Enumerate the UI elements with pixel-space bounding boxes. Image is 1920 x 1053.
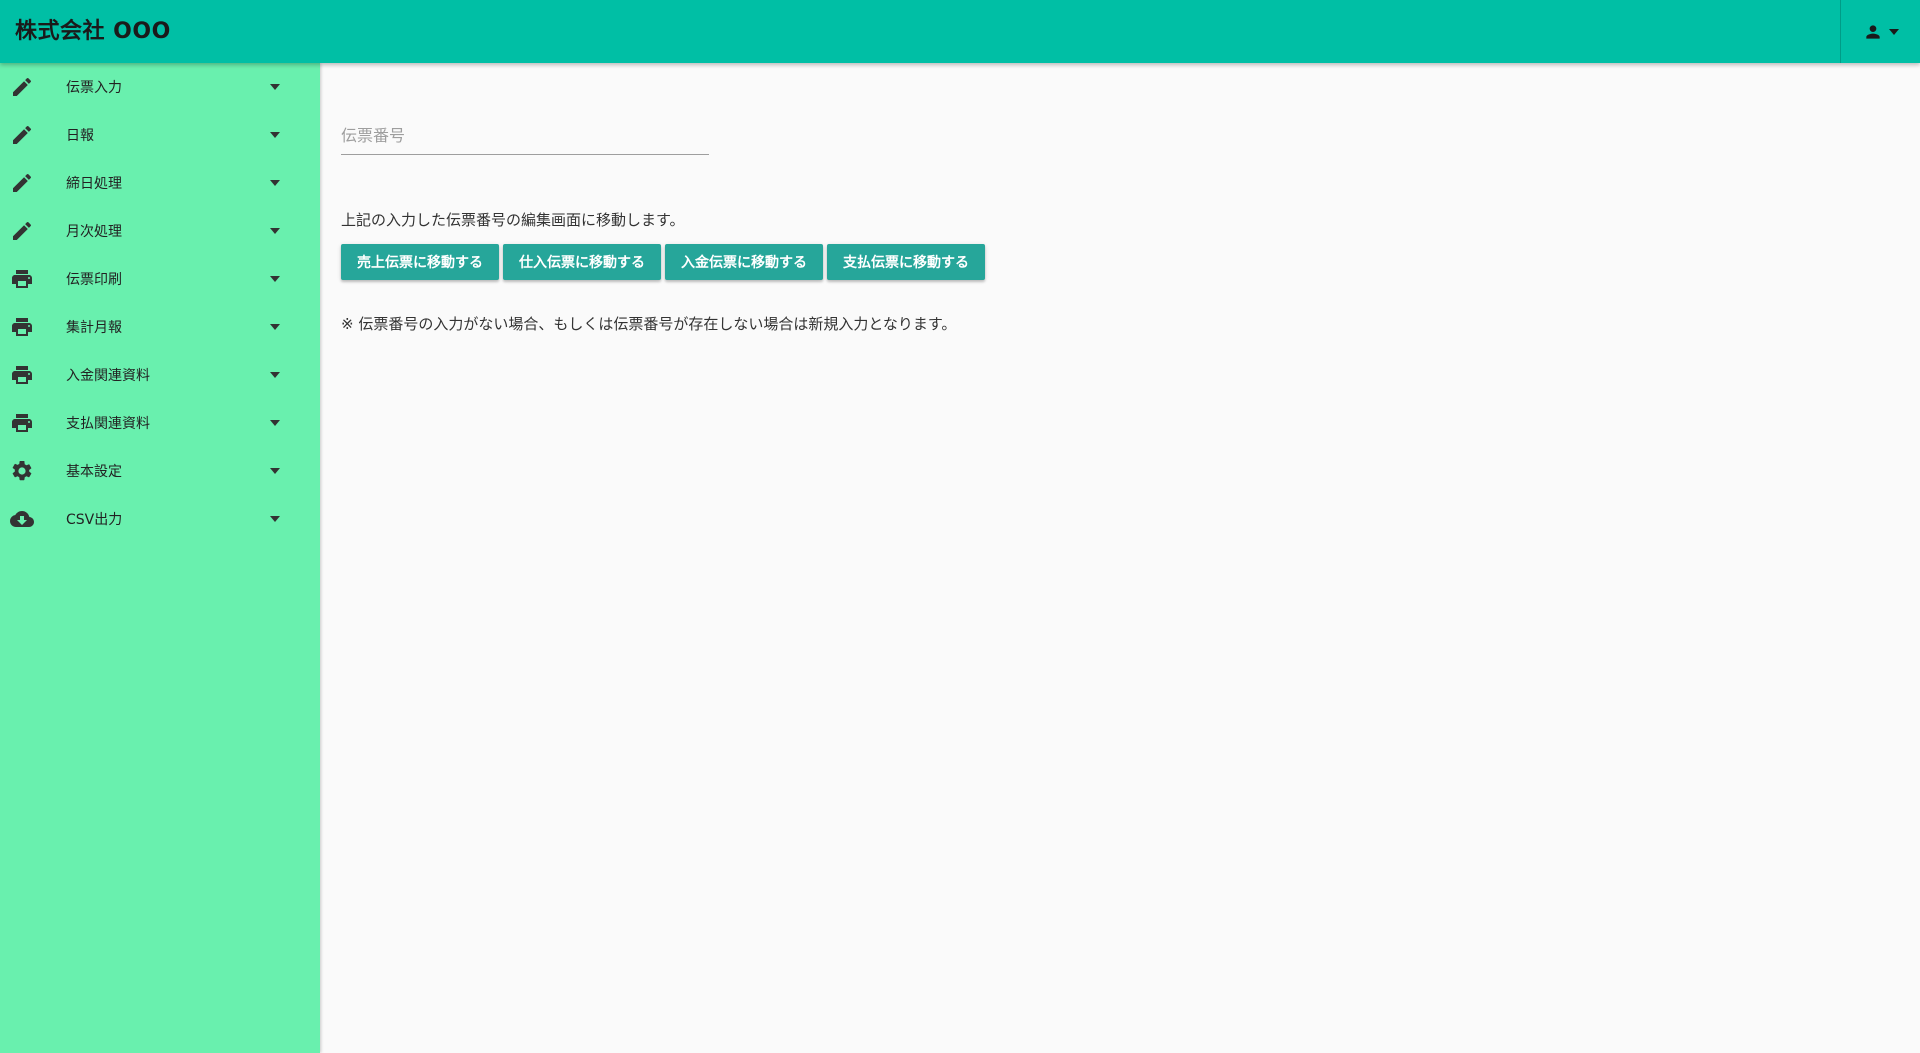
slip-number-input[interactable]: [341, 117, 709, 155]
chevron-down-icon: [270, 228, 280, 234]
chevron-down-icon: [270, 468, 280, 474]
pencil-icon: [13, 125, 32, 144]
chevron-down-icon: [270, 84, 280, 90]
sidebar-item-receipt-docs[interactable]: 入金関連資料: [0, 351, 320, 399]
sidebar-item-slip-entry[interactable]: 伝票入力: [0, 63, 320, 111]
printer-icon: [12, 270, 32, 288]
user-menu-button[interactable]: [1840, 0, 1920, 63]
sidebar-item-label: 伝票入力: [66, 80, 122, 96]
chevron-down-icon: [270, 276, 280, 282]
sidebar-item-csv-export[interactable]: CSV出力: [0, 495, 320, 543]
go-to-payment-slip-button[interactable]: 支払伝票に移動する: [827, 244, 985, 280]
printer-icon: [12, 318, 32, 336]
app-header: 株式会社 OOO: [0, 0, 1920, 63]
company-name: 株式会社 OOO: [15, 19, 171, 44]
sidebar-item-label: 伝票印刷: [66, 272, 122, 288]
sidebar-item-label: 基本設定: [66, 464, 122, 480]
sidebar-item-monthly-summary[interactable]: 集計月報: [0, 303, 320, 351]
description-text: 上記の入力した伝票番号の編集画面に移動します。: [341, 211, 685, 229]
printer-icon: [12, 366, 32, 384]
sidebar-item-label: 集計月報: [66, 320, 122, 336]
gear-icon: [12, 460, 32, 481]
go-to-purchase-slip-button[interactable]: 仕入伝票に移動する: [503, 244, 661, 280]
sidebar-item-daily-report[interactable]: 日報: [0, 111, 320, 159]
button-group: 売上伝票に移動する 仕入伝票に移動する 入金伝票に移動する 支払伝票に移動する: [341, 244, 985, 280]
sidebar-item-label: 日報: [66, 128, 94, 144]
chevron-down-icon: [270, 420, 280, 426]
sidebar-item-payment-docs[interactable]: 支払関連資料: [0, 399, 320, 447]
sidebar-item-closing[interactable]: 締日処理: [0, 159, 320, 207]
note-text: ※ 伝票番号の入力がない場合、もしくは伝票番号が存在しない場合は新規入力となりま…: [341, 315, 957, 333]
person-icon: [1865, 24, 1880, 39]
pencil-icon: [13, 173, 32, 192]
chevron-down-icon: [270, 372, 280, 378]
sidebar: 伝票入力 日報 締日処理 月次処理 伝票印刷 集計月報 入金関連資料 支払関連資…: [0, 63, 320, 1053]
cloud-download-icon: [10, 511, 34, 527]
sidebar-item-label: CSV出力: [66, 512, 123, 528]
go-to-receipt-slip-button[interactable]: 入金伝票に移動する: [665, 244, 823, 280]
sidebar-item-label: 月次処理: [66, 224, 122, 240]
sidebar-item-settings[interactable]: 基本設定: [0, 447, 320, 495]
pencil-icon: [13, 77, 32, 96]
caret-down-icon: [1888, 28, 1899, 35]
go-to-sales-slip-button[interactable]: 売上伝票に移動する: [341, 244, 499, 280]
chevron-down-icon: [270, 516, 280, 522]
pencil-icon: [13, 221, 32, 240]
sidebar-item-slip-print[interactable]: 伝票印刷: [0, 255, 320, 303]
chevron-down-icon: [270, 180, 280, 186]
printer-icon: [12, 414, 32, 432]
sidebar-item-label: 締日処理: [66, 176, 122, 192]
sidebar-item-label: 支払関連資料: [66, 416, 150, 432]
sidebar-item-label: 入金関連資料: [66, 368, 150, 384]
sidebar-item-monthly[interactable]: 月次処理: [0, 207, 320, 255]
chevron-down-icon: [270, 132, 280, 138]
chevron-down-icon: [270, 324, 280, 330]
